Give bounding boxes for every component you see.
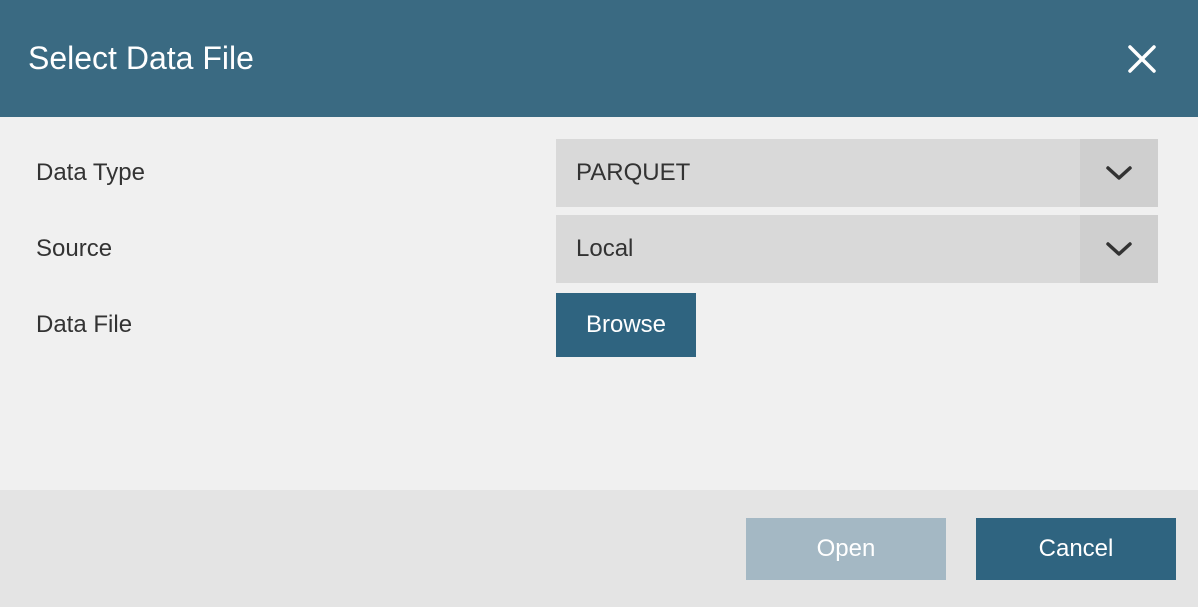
chevron-down-icon bbox=[1105, 240, 1133, 258]
row-data-file: Data File Browse bbox=[36, 291, 1158, 359]
select-source-toggle[interactable] bbox=[1080, 215, 1158, 283]
select-data-type-value: PARQUET bbox=[556, 139, 1080, 207]
dialog-title: Select Data File bbox=[28, 40, 254, 77]
close-button[interactable] bbox=[1122, 39, 1162, 79]
row-data-type: Data Type PARQUET bbox=[36, 139, 1158, 207]
close-icon bbox=[1127, 44, 1157, 74]
dialog-content: Data Type PARQUET Source Local bbox=[0, 117, 1198, 387]
row-source: Source Local bbox=[36, 215, 1158, 283]
open-button[interactable]: Open bbox=[746, 518, 946, 580]
dialog-footer: Open Cancel bbox=[0, 490, 1198, 607]
browse-button[interactable]: Browse bbox=[556, 293, 696, 357]
dialog-header: Select Data File bbox=[0, 0, 1198, 117]
select-data-type-toggle[interactable] bbox=[1080, 139, 1158, 207]
select-source-value: Local bbox=[556, 215, 1080, 283]
select-data-type[interactable]: PARQUET bbox=[556, 139, 1158, 207]
label-source: Source bbox=[36, 235, 556, 263]
select-source[interactable]: Local bbox=[556, 215, 1158, 283]
label-data-type: Data Type bbox=[36, 159, 556, 187]
cancel-button[interactable]: Cancel bbox=[976, 518, 1176, 580]
label-data-file: Data File bbox=[36, 311, 556, 339]
chevron-down-icon bbox=[1105, 164, 1133, 182]
